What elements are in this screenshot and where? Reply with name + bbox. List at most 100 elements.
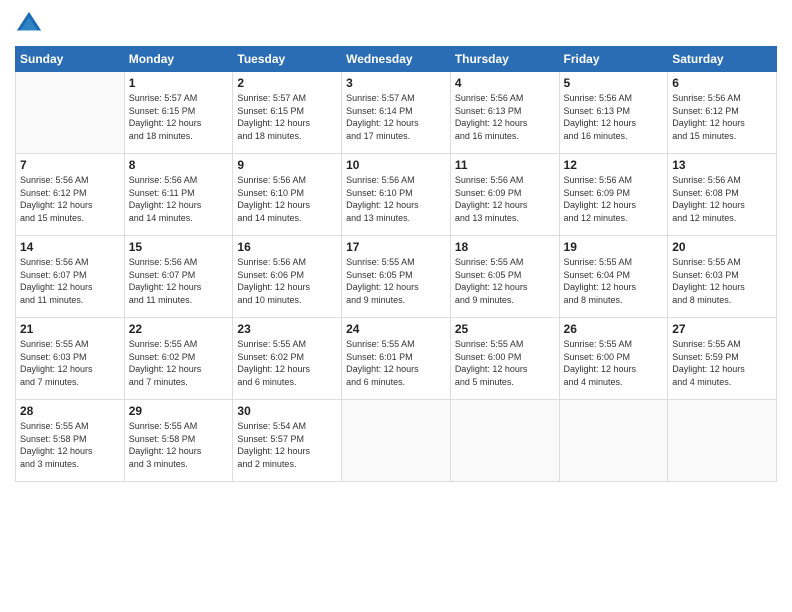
calendar-cell: 27 Sunrise: 5:55 AMSunset: 5:59 PMDayligh… [668,318,777,400]
day-number: 19 [564,240,664,254]
day-info: Sunrise: 5:56 AMSunset: 6:13 PMDaylight:… [455,92,555,142]
day-number: 7 [20,158,120,172]
calendar-cell: 26 Sunrise: 5:55 AMSunset: 6:00 PMDayligh… [559,318,668,400]
day-number: 27 [672,322,772,336]
calendar-cell: 24Sunrise: 5:55 AMSunset: 6:01 PMDayligh… [342,318,451,400]
day-number: 21 [20,322,120,336]
page-header [15,10,777,38]
day-number: 30 [237,404,337,418]
day-info: Sunrise: 5:55 AMSunset: 6:02 PMDaylight:… [237,338,337,388]
day-number: 18 [455,240,555,254]
day-number: 14 [20,240,120,254]
day-info: Sunrise: 5:55 AMSunset: 6:03 PMDaylight:… [672,256,772,306]
day-info: Sunrise: 5:55 AMSunset: 5:58 PMDaylight:… [129,420,229,470]
day-number: 17 [346,240,446,254]
calendar-week-row: 14 Sunrise: 5:56 AMSunset: 6:07 PMDayligh… [16,236,777,318]
calendar-header-row: SundayMondayTuesdayWednesdayThursdayFrid… [16,47,777,72]
calendar-cell: 28 Sunrise: 5:55 AMSunset: 5:58 PMDayligh… [16,400,125,482]
logo-icon [15,10,43,38]
day-info: Sunrise: 5:57 AMSunset: 6:15 PMDaylight:… [129,92,229,142]
day-info: Sunrise: 5:55 AMSunset: 6:00 PMDaylight:… [564,338,664,388]
day-number: 6 [672,76,772,90]
weekday-header-monday: Monday [124,47,233,72]
calendar-cell: 10 Sunrise: 5:56 AMSunset: 6:10 PMDayligh… [342,154,451,236]
weekday-header-tuesday: Tuesday [233,47,342,72]
calendar-cell: 8 Sunrise: 5:56 AMSunset: 6:11 PMDaylight… [124,154,233,236]
calendar-cell: 9 Sunrise: 5:56 AMSunset: 6:10 PMDaylight… [233,154,342,236]
day-number: 10 [346,158,446,172]
day-number: 16 [237,240,337,254]
day-info: Sunrise: 5:56 AMSunset: 6:07 PMDaylight:… [20,256,120,306]
calendar-cell: 17 Sunrise: 5:55 AMSunset: 6:05 PMDayligh… [342,236,451,318]
calendar-week-row: 21 Sunrise: 5:55 AMSunset: 6:03 PMDayligh… [16,318,777,400]
calendar-cell: 22 Sunrise: 5:55 AMSunset: 6:02 PMDayligh… [124,318,233,400]
day-info: Sunrise: 5:56 AMSunset: 6:07 PMDaylight:… [129,256,229,306]
day-info: Sunrise: 5:56 AMSunset: 6:10 PMDaylight:… [346,174,446,224]
calendar-cell: 15 Sunrise: 5:56 AMSunset: 6:07 PMDayligh… [124,236,233,318]
day-number: 9 [237,158,337,172]
day-info: Sunrise: 5:56 AMSunset: 6:11 PMDaylight:… [129,174,229,224]
day-number: 15 [129,240,229,254]
weekday-header-wednesday: Wednesday [342,47,451,72]
day-info: Sunrise: 5:55 AMSunset: 6:03 PMDaylight:… [20,338,120,388]
calendar-cell: 19 Sunrise: 5:55 AMSunset: 6:04 PMDayligh… [559,236,668,318]
calendar-cell [668,400,777,482]
calendar-cell: 16 Sunrise: 5:56 AMSunset: 6:06 PMDayligh… [233,236,342,318]
day-info: Sunrise: 5:56 AMSunset: 6:12 PMDaylight:… [20,174,120,224]
day-info: Sunrise: 5:56 AMSunset: 6:10 PMDaylight:… [237,174,337,224]
day-info: Sunrise: 5:55 AMSunset: 6:04 PMDaylight:… [564,256,664,306]
day-number: 20 [672,240,772,254]
day-info: Sunrise: 5:55 AMSunset: 5:59 PMDaylight:… [672,338,772,388]
day-number: 1 [129,76,229,90]
day-info: Sunrise: 5:55 AMSunset: 6:05 PMDaylight:… [346,256,446,306]
day-number: 22 [129,322,229,336]
day-number: 2 [237,76,337,90]
calendar-cell [559,400,668,482]
day-number: 28 [20,404,120,418]
day-info: Sunrise: 5:55 AMSunset: 6:01 PMDaylight:… [346,338,446,388]
calendar-cell: 21 Sunrise: 5:55 AMSunset: 6:03 PMDayligh… [16,318,125,400]
day-info: Sunrise: 5:56 AMSunset: 6:09 PMDaylight:… [564,174,664,224]
calendar-cell: 14 Sunrise: 5:56 AMSunset: 6:07 PMDayligh… [16,236,125,318]
day-info: Sunrise: 5:55 AMSunset: 6:02 PMDaylight:… [129,338,229,388]
day-info: Sunrise: 5:57 AMSunset: 6:14 PMDaylight:… [346,92,446,142]
calendar-cell: 25Sunrise: 5:55 AMSunset: 6:00 PMDayligh… [450,318,559,400]
calendar-cell [450,400,559,482]
calendar-cell: 12Sunrise: 5:56 AMSunset: 6:09 PMDayligh… [559,154,668,236]
calendar-cell [16,72,125,154]
day-info: Sunrise: 5:54 AMSunset: 5:57 PMDaylight:… [237,420,337,470]
calendar-cell: 30 Sunrise: 5:54 AMSunset: 5:57 PMDayligh… [233,400,342,482]
calendar-cell: 20 Sunrise: 5:55 AMSunset: 6:03 PMDayligh… [668,236,777,318]
logo [15,10,47,38]
day-number: 5 [564,76,664,90]
calendar-cell: 2 Sunrise: 5:57 AMSunset: 6:15 PMDaylight… [233,72,342,154]
calendar-cell: 1 Sunrise: 5:57 AMSunset: 6:15 PMDaylight… [124,72,233,154]
calendar-cell: 11 Sunrise: 5:56 AMSunset: 6:09 PMDayligh… [450,154,559,236]
day-number: 26 [564,322,664,336]
day-info: Sunrise: 5:55 AMSunset: 5:58 PMDaylight:… [20,420,120,470]
day-number: 11 [455,158,555,172]
calendar-cell: 13Sunrise: 5:56 AMSunset: 6:08 PMDayligh… [668,154,777,236]
calendar-cell: 5 Sunrise: 5:56 AMSunset: 6:13 PMDaylight… [559,72,668,154]
day-info: Sunrise: 5:56 AMSunset: 6:12 PMDaylight:… [672,92,772,142]
weekday-header-thursday: Thursday [450,47,559,72]
day-info: Sunrise: 5:56 AMSunset: 6:08 PMDaylight:… [672,174,772,224]
day-info: Sunrise: 5:56 AMSunset: 6:06 PMDaylight:… [237,256,337,306]
day-info: Sunrise: 5:55 AMSunset: 6:00 PMDaylight:… [455,338,555,388]
day-number: 29 [129,404,229,418]
day-info: Sunrise: 5:56 AMSunset: 6:13 PMDaylight:… [564,92,664,142]
day-number: 3 [346,76,446,90]
day-info: Sunrise: 5:55 AMSunset: 6:05 PMDaylight:… [455,256,555,306]
calendar-cell: 7 Sunrise: 5:56 AMSunset: 6:12 PMDaylight… [16,154,125,236]
day-number: 8 [129,158,229,172]
day-info: Sunrise: 5:56 AMSunset: 6:09 PMDaylight:… [455,174,555,224]
day-number: 23 [237,322,337,336]
calendar-cell: 3 Sunrise: 5:57 AMSunset: 6:14 PMDaylight… [342,72,451,154]
calendar-cell: 23 Sunrise: 5:55 AMSunset: 6:02 PMDayligh… [233,318,342,400]
day-number: 4 [455,76,555,90]
calendar-cell: 29 Sunrise: 5:55 AMSunset: 5:58 PMDayligh… [124,400,233,482]
calendar-cell: 6 Sunrise: 5:56 AMSunset: 6:12 PMDaylight… [668,72,777,154]
day-info: Sunrise: 5:57 AMSunset: 6:15 PMDaylight:… [237,92,337,142]
weekday-header-sunday: Sunday [16,47,125,72]
calendar-table: SundayMondayTuesdayWednesdayThursdayFrid… [15,46,777,482]
